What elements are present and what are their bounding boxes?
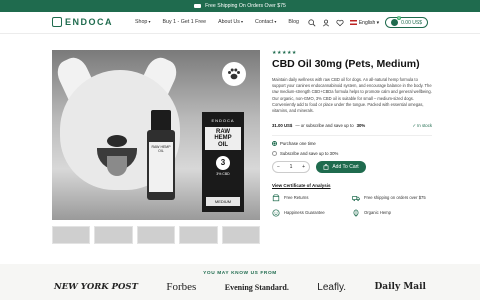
truck-icon <box>352 195 360 201</box>
price-row: 31.00 US$ — or subscribe and save up to … <box>272 123 432 129</box>
perk-label: Free Returns <box>284 195 309 201</box>
flag-icon <box>349 19 357 25</box>
nav-item-about-us[interactable]: About Us <box>218 19 243 25</box>
perk-free-shipping: Free shipping on orders over $75 <box>352 194 432 202</box>
press-title: YOU MAY KNOW US FROM <box>203 271 277 276</box>
bottle-label: RAW HEMP OIL <box>149 142 173 192</box>
perk-label: Happiness Guarantee <box>284 210 325 216</box>
buy-row: − 1 + Add To Cart <box>272 160 432 173</box>
return-box-icon <box>272 194 280 201</box>
announcement-text: Free Shipping On Orders Over $75 <box>205 3 286 9</box>
add-to-cart-label: Add To Cart <box>332 163 359 170</box>
heart-icon[interactable] <box>336 19 344 27</box>
press-logo-evening-standard: Evening Standard. <box>224 282 289 292</box>
press-logo-forbes: Forbes <box>166 281 197 293</box>
cart-icon <box>391 16 402 26</box>
box-strength-number: 3 <box>216 155 230 170</box>
nav-tools: English ▾ 0.00 US$ <box>308 16 428 28</box>
cart-total: 0.00 US$ <box>401 19 422 26</box>
quantity-value[interactable]: 1 <box>290 164 293 170</box>
leaf-icon <box>353 209 359 217</box>
radio-unselected[interactable] <box>272 150 277 156</box>
language-selector[interactable]: English ▾ <box>349 19 379 26</box>
option-label: Subscribe and save up to 30% <box>280 150 339 156</box>
quantity-stepper[interactable]: − 1 + <box>272 160 310 173</box>
announcement-bar: Free Shipping On Orders Over $75 <box>0 0 480 12</box>
product-image[interactable]: RAW HEMP OIL ENDOCA RAW HEMP OIL 3 3% CB… <box>52 50 260 220</box>
perk-happiness: Happiness Guarantee <box>272 209 352 217</box>
paw-icon <box>228 68 240 80</box>
perk-free-returns: Free Returns <box>272 194 352 202</box>
perk-organic-hemp: Organic Hemp <box>352 209 432 217</box>
nav-item-contact[interactable]: Contact <box>255 19 276 25</box>
press-logo-new-york-post: NEW YORK POST <box>54 282 138 292</box>
product-title: CBD Oil 30mg (Pets, Medium) <box>272 58 420 70</box>
dropper-cap <box>151 110 171 132</box>
perks-grid: Free Returns Free shipping on orders ove… <box>272 194 432 217</box>
perk-label: Organic Hemp <box>364 210 391 216</box>
add-to-cart-button[interactable]: Add To Cart <box>316 160 366 173</box>
box-title-line: OIL <box>218 141 228 148</box>
main-nav: ENDOCA Shop Buy 1 - Get 1 Free About Us … <box>0 12 480 34</box>
press-logo-leafly: Leafly. <box>317 281 347 293</box>
brand-name: ENDOCA <box>65 17 114 27</box>
bottle-label-text: RAW HEMP OIL <box>151 145 171 154</box>
thumbnail[interactable] <box>179 226 218 244</box>
purchase-options: Purchase one time Subscribe and save up … <box>272 134 432 156</box>
language-label: English <box>358 19 376 26</box>
rating-stars[interactable]: ★★★★★ <box>272 50 432 56</box>
thumbnail[interactable] <box>136 226 176 244</box>
dog-nose <box>107 135 127 147</box>
cart-button[interactable]: 0.00 US$ <box>385 16 428 28</box>
product-details: ★★★★★ CBD Oil 30mg (Pets, Medium) Mainta… <box>272 50 432 217</box>
press-logos: NEW YORK POST Forbes Evening Standard. L… <box>54 281 426 293</box>
box-title: RAW HEMP OIL <box>205 127 241 150</box>
perk-label: Free shipping on orders over $75 <box>364 195 426 201</box>
option-one-time[interactable]: Purchase one time <box>272 140 432 146</box>
truck-icon <box>194 4 202 8</box>
press-section: YOU MAY KNOW US FROM NEW YORK POST Forbe… <box>0 264 480 300</box>
paw-badge <box>222 62 246 86</box>
product-description: Maintain daily wellness with raw CBD oil… <box>272 76 432 114</box>
dog-tongue <box>107 156 127 176</box>
search-icon[interactable] <box>308 18 316 27</box>
nav-menu: Shop Buy 1 - Get 1 Free About Us Contact… <box>135 19 299 25</box>
thumbnail[interactable] <box>52 226 91 244</box>
thumbnail[interactable] <box>221 226 261 244</box>
box-brand: ENDOCA <box>211 118 235 123</box>
nav-item-blog[interactable]: Blog <box>288 19 299 25</box>
nav-item-buy-1-get-1[interactable]: Buy 1 - Get 1 Free <box>163 19 207 25</box>
option-label: Purchase one time <box>280 140 316 146</box>
box-size: MEDIUM <box>206 197 240 206</box>
brand-logo[interactable]: ENDOCA <box>52 17 113 27</box>
thumbnail-strip <box>52 226 261 244</box>
bag-icon <box>323 163 329 170</box>
box-strength: 3% CBD <box>216 171 230 176</box>
logo-mark-icon <box>52 17 62 27</box>
stock-label: In stock <box>417 122 432 128</box>
nav-item-shop[interactable]: Shop <box>135 19 151 25</box>
save-percent: 30% <box>356 123 366 129</box>
smile-icon <box>272 209 280 217</box>
price: 31.00 US$ <box>272 123 293 129</box>
product-box: ENDOCA RAW HEMP OIL 3 3% CBD MEDIUM <box>202 112 244 212</box>
account-icon[interactable] <box>322 19 330 27</box>
minus-icon[interactable]: − <box>277 164 280 170</box>
plus-icon[interactable]: + <box>302 164 305 170</box>
radio-selected[interactable] <box>272 140 277 146</box>
option-subscribe[interactable]: Subscribe and save up to 30% <box>272 150 432 156</box>
price-note: — or subscribe and save up to <box>295 123 354 129</box>
stock-status: ✓ In stock <box>412 122 432 128</box>
certificate-link[interactable]: View Certificate of Analysis <box>272 183 432 188</box>
press-logo-daily-mail: Daily Mail <box>374 282 426 292</box>
thumbnail[interactable] <box>94 226 133 244</box>
